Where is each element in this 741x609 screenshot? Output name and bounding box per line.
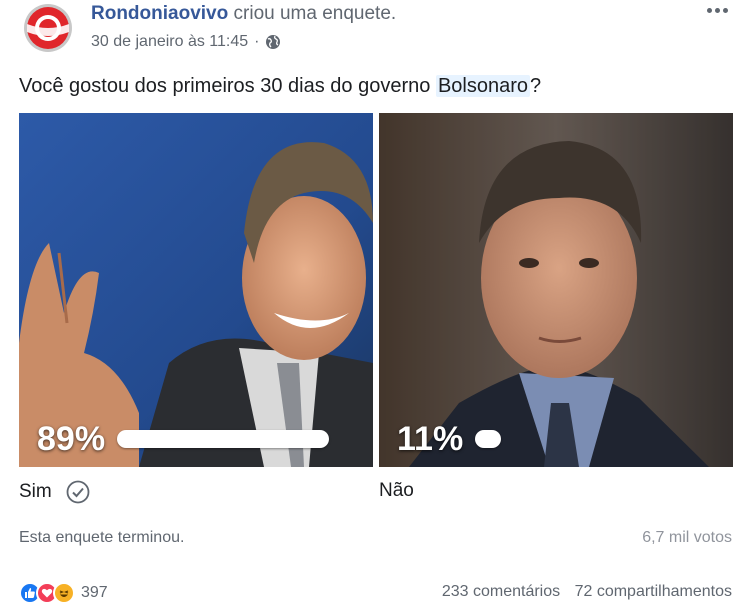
shares-link[interactable]: 72 compartilhamentos [575, 583, 732, 600]
author-name[interactable]: Rondoniaovivo [91, 3, 228, 24]
result-bar-no [475, 430, 502, 448]
page-avatar[interactable] [19, 2, 77, 54]
poll-option-no[interactable]: 11% [379, 113, 733, 467]
poll-post: Rondoniaovivo criou uma enquete. 30 de j… [0, 0, 741, 609]
result-row-yes: 89% [37, 419, 330, 459]
percent-label-no: 11% [397, 420, 464, 458]
post-header: Rondoniaovivo criou uma enquete. 30 de j… [91, 3, 396, 51]
result-bar-yes [117, 430, 330, 448]
percent-label-yes: 89% [37, 420, 106, 458]
option-label-no[interactable]: Não [379, 480, 414, 502]
more-options-icon[interactable] [707, 4, 731, 16]
reactions-summary[interactable]: 397 [19, 582, 108, 604]
meta-separator: · [254, 33, 260, 50]
option-text-yes: Sim [19, 481, 52, 502]
option-text-no: Não [379, 480, 414, 501]
option-photo-no [379, 113, 733, 467]
result-bar-track-yes [117, 430, 330, 448]
engagement-counts: 233 comentários 72 compartilhamentos [432, 583, 732, 601]
reaction-icons [19, 582, 75, 604]
result-row-no: 11% [397, 419, 687, 459]
haha-icon [53, 582, 75, 604]
post-timestamp[interactable]: 30 de janeiro às 11:45 [91, 33, 248, 51]
question-hashtag-link[interactable]: Bolsonaro [435, 75, 530, 97]
post-action: criou uma enquete. [233, 3, 397, 24]
post-meta: 30 de janeiro às 11:45 · [91, 33, 396, 51]
comments-link[interactable]: 233 comentários [442, 583, 560, 600]
globe-icon[interactable] [265, 34, 281, 50]
poll-question: Você gostou dos primeiros 30 dias do gov… [19, 73, 541, 99]
question-text: Você gostou dos primeiros 30 dias do gov… [19, 75, 436, 97]
option-label-yes[interactable]: Sim [19, 480, 90, 504]
question-suffix: ? [530, 75, 542, 97]
checkmark-icon [66, 480, 90, 504]
vote-count[interactable]: 6,7 mil votos [642, 529, 732, 547]
option-photo-yes [19, 113, 373, 467]
reaction-count: 397 [81, 584, 108, 601]
poll-status: Esta enquete terminou. [19, 529, 185, 546]
result-bar-track-no [475, 430, 687, 448]
poll-option-yes[interactable]: 89% [19, 113, 373, 467]
author-line: Rondoniaovivo criou uma enquete. [91, 3, 396, 25]
